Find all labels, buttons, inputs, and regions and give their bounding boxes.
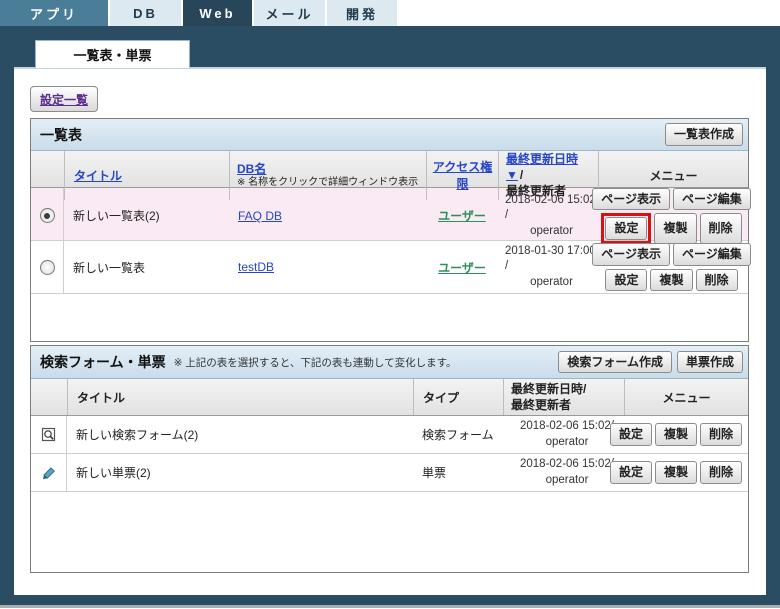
row-title-cell: 新しい検索フォーム(2)	[76, 428, 199, 442]
form-panel-title: 検索フォーム・単票	[40, 354, 166, 370]
form-table-header-row: タイトル タイプ 最終更新日時/ 最終更新者 メニュー	[31, 379, 748, 416]
db-link[interactable]: FAQ DB	[238, 209, 282, 223]
copy-button[interactable]: 複製	[654, 423, 697, 446]
delete-button[interactable]: 削除	[699, 213, 742, 244]
row-access-cell: ユーザー	[426, 241, 498, 293]
updated-datetime: 2018-01-30 17:00 /	[505, 244, 596, 273]
row-updated-cell: 2018-02-06 15:02/ operator	[503, 454, 624, 491]
settings-button[interactable]: 設定	[605, 217, 648, 240]
updated-header-line2: 最終更新者	[511, 398, 572, 412]
red-highlight-box: 設定	[601, 213, 652, 244]
row-title-cell: 新しい単票(2)	[76, 466, 151, 480]
settings-list-button[interactable]: 設定一覧	[30, 86, 98, 112]
sort-updated-link[interactable]: 最終更新日時 ▼	[506, 152, 578, 182]
list-table-title: 一覧表	[40, 126, 82, 143]
updated-header-line1: 最終更新日時 ▼ /	[506, 151, 598, 183]
sort-title-link[interactable]: タイトル	[74, 167, 122, 184]
tab-apps[interactable]: アプリ	[0, 0, 108, 26]
tab-dev[interactable]: 開発	[327, 0, 397, 26]
list-table-panel-header: 一覧表 一覧表作成	[31, 119, 748, 151]
row-type-cell: 検索フォーム	[422, 428, 494, 442]
tab-mail[interactable]: メール	[254, 0, 325, 26]
single-form-icon	[41, 465, 57, 481]
column-type: タイプ	[413, 379, 503, 415]
create-single-form-button[interactable]: 単票作成	[676, 350, 743, 374]
row-updated-cell: 2018-01-30 17:00 / operator	[498, 241, 598, 293]
column-title: タイトル	[67, 379, 413, 415]
form-panel-note: ※ 上記の表を選択すると、下記の表も連動して変化します。	[173, 356, 457, 369]
row-menu-cell: 設定 複製 削除	[609, 416, 748, 453]
row-updated-cell: 2018-02-06 15:02/ operator	[503, 416, 624, 453]
row-menu-cell: ページ表示 ページ編集 設定 複製 削除	[592, 241, 751, 293]
frame-shadow	[0, 605, 780, 608]
row-radio-cell	[31, 188, 64, 244]
row-radio-unselected[interactable]	[39, 259, 55, 275]
form-panel: 検索フォーム・単票 ※ 上記の表を選択すると、下記の表も連動して変化します。 検…	[30, 345, 749, 573]
db-link[interactable]: testDB	[238, 260, 274, 274]
row-type-cell: 単票	[422, 466, 447, 480]
updated-by: operator	[545, 473, 589, 486]
row-radio-selected[interactable]	[39, 208, 55, 224]
updated-by: operator	[530, 275, 573, 288]
row-title-cell: 新しい一覧表	[73, 260, 146, 275]
updated-datetime: 2018-02-06 15:02 /	[505, 193, 596, 222]
row-db-cell: testDB	[229, 241, 426, 293]
page-view-button[interactable]: ページ表示	[592, 243, 670, 266]
form-table-empty-area	[31, 492, 748, 567]
page-view-button[interactable]: ページ表示	[592, 188, 670, 211]
form-panel-header: 検索フォーム・単票 ※ 上記の表を選択すると、下記の表も連動して変化します。 検…	[31, 346, 748, 379]
search-form-icon	[41, 427, 57, 443]
delete-button[interactable]: 削除	[699, 461, 742, 484]
access-link[interactable]: ユーザー	[438, 207, 486, 224]
row-db-cell: FAQ DB	[229, 188, 426, 244]
updated-datetime: 2018-02-06 15:02/	[520, 419, 614, 432]
settings-button[interactable]: 設定	[609, 461, 652, 484]
list-table-header-row: タイトル DB名 ※ 名称をクリックで詳細ウィンドウ表示 アクセス権限 最終更新…	[31, 151, 748, 200]
page-edit-button[interactable]: ページ編集	[673, 243, 751, 266]
delete-button[interactable]: 削除	[695, 268, 738, 291]
delete-button[interactable]: 削除	[699, 423, 742, 446]
create-search-form-button[interactable]: 検索フォーム作成	[558, 350, 672, 374]
tab-db[interactable]: DB	[110, 0, 181, 26]
copy-button[interactable]: 複製	[650, 268, 693, 291]
row-menu-cell: 設定 複製 削除	[609, 454, 748, 491]
updated-header-line1: 最終更新日時/	[511, 381, 587, 396]
sort-db-name-link[interactable]: DB名	[237, 161, 266, 177]
list-table-empty-area	[31, 294, 748, 335]
settings-list-label: 設定一覧	[39, 92, 88, 107]
updated-datetime: 2018-02-06 15:02/	[520, 457, 614, 470]
row-menu-cell: ページ表示 ページ編集 設定 複製 削除	[592, 188, 751, 244]
column-updated: 最終更新日時/ 最終更新者	[503, 379, 624, 415]
list-table-row: 新しい一覧表 testDB ユーザー 2018-01-30 17:00 / op…	[31, 241, 751, 294]
row-title-cell: 新しい一覧表(2)	[73, 209, 160, 224]
copy-button[interactable]: 複製	[654, 213, 697, 244]
form-table-row: 新しい単票(2) 単票 2018-02-06 15:02/ operator 設…	[31, 454, 748, 492]
settings-button[interactable]: 設定	[609, 423, 652, 446]
row-access-cell: ユーザー	[426, 188, 498, 244]
row-icon-cell	[31, 416, 67, 453]
access-link[interactable]: ユーザー	[438, 259, 486, 276]
tab-web[interactable]: Web	[183, 0, 252, 26]
updated-by: operator	[545, 435, 589, 448]
list-table-row: 新しい一覧表(2) FAQ DB ユーザー 2018-02-06 15:02 /…	[31, 188, 751, 244]
subtab-list-and-form[interactable]: 一覧表・単票	[35, 40, 190, 68]
row-radio-cell	[31, 241, 64, 293]
copy-button[interactable]: 複製	[654, 461, 697, 484]
form-table-row: 新しい検索フォーム(2) 検索フォーム 2018-02-06 15:02/ op…	[31, 416, 748, 454]
updated-header-slash: /	[519, 168, 524, 183]
column-menu: メニュー	[624, 379, 748, 415]
row-updated-cell: 2018-02-06 15:02 / operator	[498, 188, 598, 244]
page-edit-button[interactable]: ページ編集	[673, 188, 751, 211]
icon-column-header	[31, 379, 67, 415]
create-list-table-button[interactable]: 一覧表作成	[664, 123, 743, 146]
settings-button[interactable]: 設定	[605, 268, 648, 291]
list-table-panel: 一覧表 一覧表作成 タイトル DB名 ※ 名称をクリックで詳細ウィンドウ表示 ア…	[30, 118, 751, 342]
updated-by: operator	[530, 224, 573, 237]
row-icon-cell	[31, 454, 67, 491]
